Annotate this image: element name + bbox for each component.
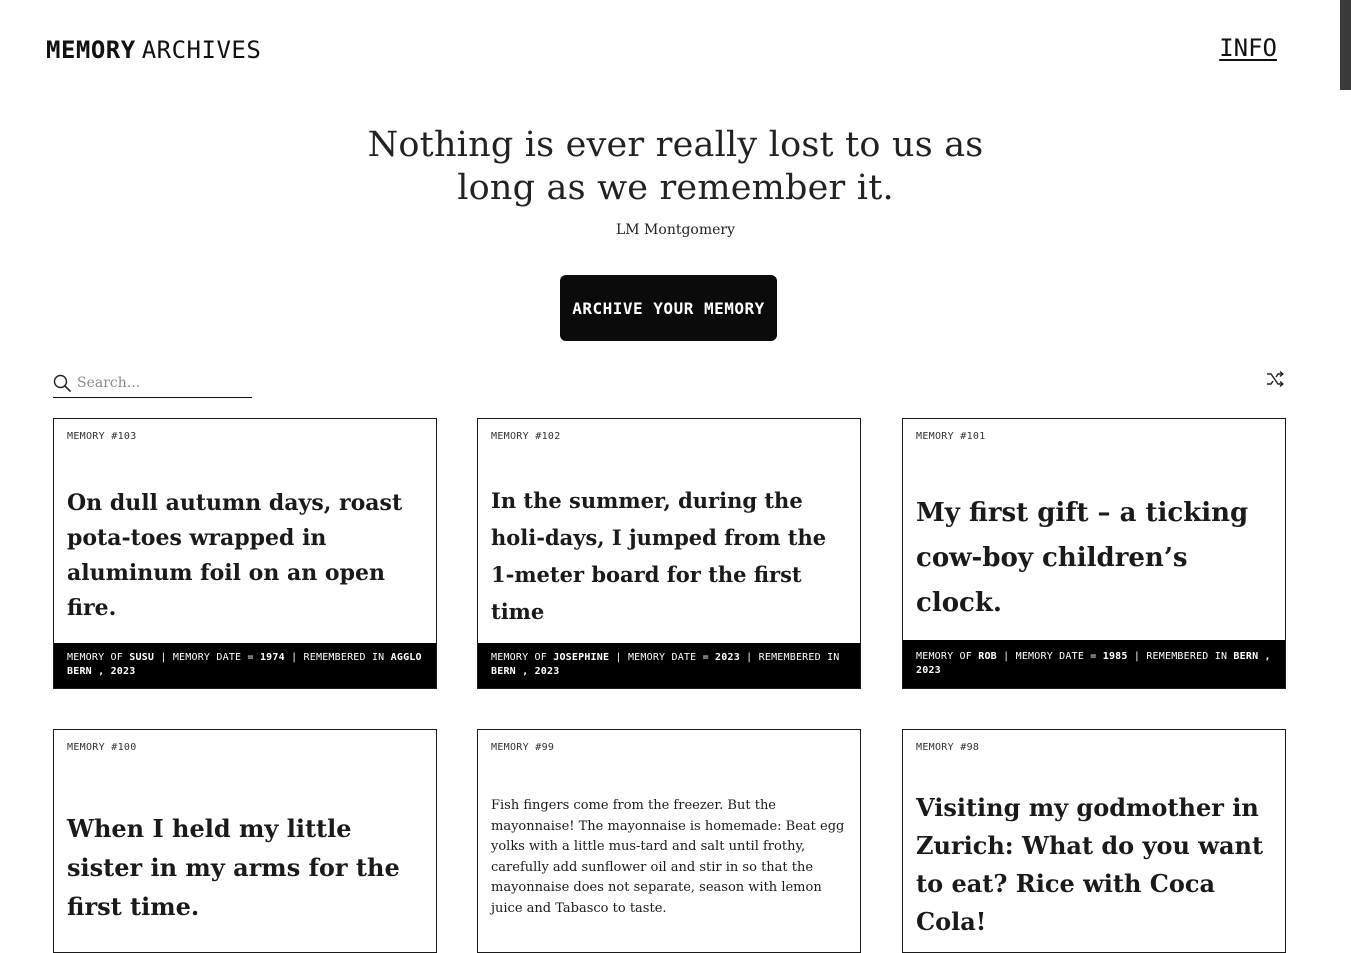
memory-text: My first gift – a ticking cow-boy childr… [916,498,1249,618]
quote-author: LM Montgomery [615,222,736,238]
memory-text: In the summer, during the holi-days, I j… [491,488,827,624]
memory-author: SUSU [129,652,155,663]
memory-text: On dull autumn days, roast pota-toes wra… [67,490,403,621]
memory-author: ROB [978,651,997,662]
memory-meta: MEMORY OF JOSEPHINE | MEMORY DATE = 2023… [478,643,860,688]
quote-line-1: Nothing is ever really lost to us as [367,125,984,165]
site-logo[interactable]: MEMORY ARCHIVES [46,36,261,64]
memory-card[interactable]: MEMORY #103 On dull autumn days, roast p… [53,418,437,689]
shuffle-icon[interactable] [1265,370,1285,388]
memory-year: , 2023 [98,666,136,677]
memory-number: MEMORY #103 [67,431,137,442]
search-input[interactable]: Search... [77,375,140,391]
info-link[interactable]: INFO [1219,34,1277,62]
memory-date: 2023 [715,652,740,663]
memory-date: 1974 [259,652,285,663]
logo-word-archives: ARCHIVES [141,36,262,64]
memory-meta: MEMORY OF SUSU | MEMORY DATE = 1974 | RE… [54,643,436,688]
memory-date: 1985 [1102,651,1128,662]
scrollbar-thumb[interactable] [1340,0,1351,90]
memory-number: MEMORY #102 [491,431,561,442]
quote-line-2: long as we remember it. [457,168,894,208]
memory-meta: MEMORY OF ROB | MEMORY DATE = 1985 | REM… [903,640,1285,688]
memory-card[interactable]: MEMORY #100 When I held my little sister… [53,729,437,953]
memory-text: Visiting my godmother in Zurich: What do… [916,793,1264,936]
memory-number: MEMORY #98 [916,742,980,753]
memory-place: BERN [491,666,516,677]
memory-number: MEMORY #100 [67,742,137,753]
logo-word-memory: MEMORY [46,36,136,64]
memory-card[interactable]: MEMORY #99 Fish fingers come from the fr… [477,729,861,953]
search-bar[interactable]: Search... [53,368,252,398]
memory-text: Fish fingers come from the freezer. But … [491,798,845,916]
hero-quote: Nothing is ever really lost to us as lon… [0,124,1351,210]
memory-number: MEMORY #101 [916,431,986,442]
memory-text: When I held my little sister in my arms … [67,814,400,921]
memory-year: , 2023 [522,666,560,677]
search-icon [53,374,71,392]
memory-place: BERN [1233,651,1259,662]
memory-card[interactable]: MEMORY #98 Visiting my godmother in Zuri… [902,729,1286,953]
memory-number: MEMORY #99 [491,742,555,753]
memory-author: JOSEPHINE [553,652,610,663]
memory-card[interactable]: MEMORY #101 My first gift – a ticking co… [902,418,1286,689]
memory-card[interactable]: MEMORY #102 In the summer, during the ho… [477,418,861,689]
archive-memory-button[interactable]: ARCHIVE YOUR MEMORY [560,275,777,341]
